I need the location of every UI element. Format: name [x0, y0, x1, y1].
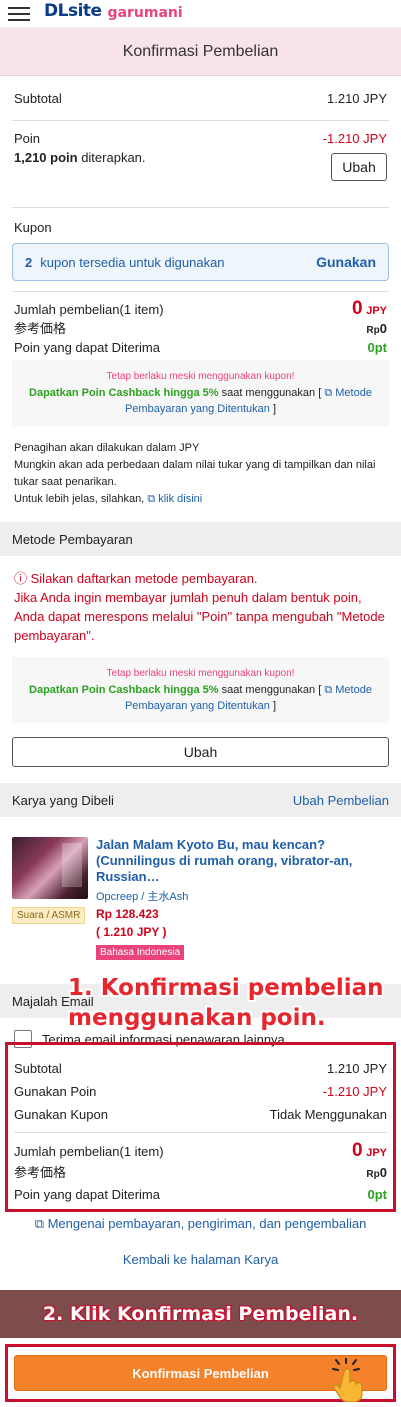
- total-section: Jumlah pembelian(1 item) 0 JPY 参考価格 Rp0 …: [0, 292, 401, 358]
- work-price-jpy: ( 1.210 JPY ): [96, 925, 167, 939]
- receive-points-label: Poin yang dapat Diterima: [14, 340, 160, 355]
- payment-method-title: Metode Pembayaran: [12, 531, 133, 547]
- total-unit: JPY: [366, 305, 387, 317]
- click-here-link[interactable]: ⧉ klik disini: [147, 493, 202, 505]
- total-label: Jumlah pembelian(1 item): [14, 302, 164, 317]
- payment-warning-detail: Jika Anda ingin membayar jumlah penuh da…: [14, 590, 385, 643]
- cashback-strong: Dapatkan Poin Cashback hingga 5%: [29, 387, 219, 399]
- work-cv[interactable]: 主水Ash: [147, 891, 188, 903]
- work-circle[interactable]: Opcreep: [96, 891, 138, 903]
- subtotal-value: 1.210 JPY: [327, 90, 387, 106]
- external-link-icon: ⧉: [34, 1216, 48, 1231]
- annotation-step1-line2: menggunakan poin.: [68, 1005, 326, 1031]
- change-payment-button[interactable]: Ubah: [12, 737, 389, 767]
- menu-icon[interactable]: [8, 7, 30, 21]
- back-to-work-link[interactable]: Kembali ke halaman Karya: [0, 1252, 401, 1267]
- cashback-text: saat menggunakan [: [218, 387, 325, 399]
- total-value: 0: [352, 298, 363, 319]
- payment-method-header: Metode Pembayaran: [0, 522, 401, 556]
- coupon-text: kupon tersedia untuk digunakan: [40, 254, 225, 270]
- page-title: Konfirmasi Pembelian: [0, 28, 401, 76]
- work-price-idr: Rp 128.423: [96, 907, 159, 921]
- highlight-frame-summary: [5, 1042, 396, 1212]
- points-label: Poin: [14, 131, 41, 146]
- external-link-icon: ⧉: [324, 387, 336, 399]
- points-value: -1.210 JPY: [322, 131, 387, 146]
- annotation-step2-banner: 2. Klik Konfirmasi Pembelian.: [0, 1290, 401, 1338]
- receive-points-value: 0pt: [367, 340, 388, 355]
- use-coupon-button[interactable]: Gunakan: [316, 254, 376, 270]
- work-thumbnail[interactable]: [12, 837, 88, 899]
- annotation-step2: 2. Klik Konfirmasi Pembelian.: [42, 1303, 359, 1325]
- work-type-tag: Suara / ASMR: [12, 907, 86, 924]
- work-title[interactable]: Jalan Malam Kyoto Bu, mau kencan? (Cunni…: [96, 837, 389, 885]
- ref-value: 0: [379, 321, 387, 336]
- coupon-box[interactable]: 2 kupon tersedia untuk digunakan Gunakan: [12, 243, 389, 281]
- cashback-box-2: Tetap berlaku meski menggunakan kupon! D…: [12, 657, 389, 723]
- subtotal-label: Subtotal: [14, 90, 62, 106]
- work-item: Suara / ASMR Jalan Malam Kyoto Bu, mau k…: [0, 837, 401, 960]
- subtotal-row: Subtotal 1.210 JPY: [0, 76, 401, 120]
- points-applied-text: diterapkan.: [77, 150, 146, 165]
- cashback-box: Tetap berlaku meski menggunakan kupon! D…: [12, 360, 389, 426]
- billing-line-2: Mungkin akan ada perbedaan dalam nilai t…: [14, 459, 376, 488]
- billing-notes: Penagihan akan dilakukan dalam JPY Mungk…: [0, 440, 401, 510]
- ref-price-label: 参考価格: [14, 321, 67, 336]
- billing-line-1: Penagihan akan dilakukan dalam JPY: [14, 442, 200, 454]
- ref-currency: Rp: [366, 325, 380, 336]
- coupon-label: Kupon: [14, 220, 52, 235]
- points-section: Poin -1.210 JPY 1,210 poin diterapkan. U…: [0, 121, 401, 207]
- cashback-note: Tetap berlaku meski menggunakan kupon!: [106, 371, 295, 382]
- site-logo[interactable]: DLsite: [44, 1, 102, 21]
- site-logo-sub[interactable]: garumani: [108, 5, 183, 21]
- points-applied-amount: 1,210 poin: [14, 150, 78, 165]
- policy-link[interactable]: ⧉ Mengenai pembayaran, pengiriman, dan p…: [0, 1216, 401, 1232]
- change-points-button[interactable]: Ubah: [331, 153, 387, 181]
- purchased-works-header: Karya yang Dibeli Ubah Pembelian: [0, 783, 401, 817]
- external-link-icon: ⧉: [147, 493, 159, 505]
- external-link-icon: ⧉: [324, 684, 336, 696]
- annotation-step1-line1: 1. Konfirmasi pembelian: [68, 975, 384, 1001]
- edit-purchase-link[interactable]: Ubah Pembelian: [293, 793, 389, 808]
- warning-icon: ⓘ: [14, 571, 31, 586]
- cashback-text: saat menggunakan [: [218, 684, 325, 696]
- coupon-count: 2: [25, 254, 33, 270]
- billing-line-3: Untuk lebih jelas, silahkan,: [14, 493, 145, 505]
- top-bar: DLsite garumani: [0, 0, 401, 28]
- cashback-strong: Dapatkan Poin Cashback hingga 5%: [29, 684, 219, 696]
- pointer-hand-icon: [332, 1358, 363, 1402]
- cashback-note: Tetap berlaku meski menggunakan kupon!: [106, 668, 295, 679]
- payment-warning: ⓘ Silakan daftarkan metode pembayaran. J…: [0, 569, 401, 645]
- purchased-works-title: Karya yang Dibeli: [12, 792, 114, 808]
- work-language-tag: Bahasa Indonesia: [96, 945, 185, 960]
